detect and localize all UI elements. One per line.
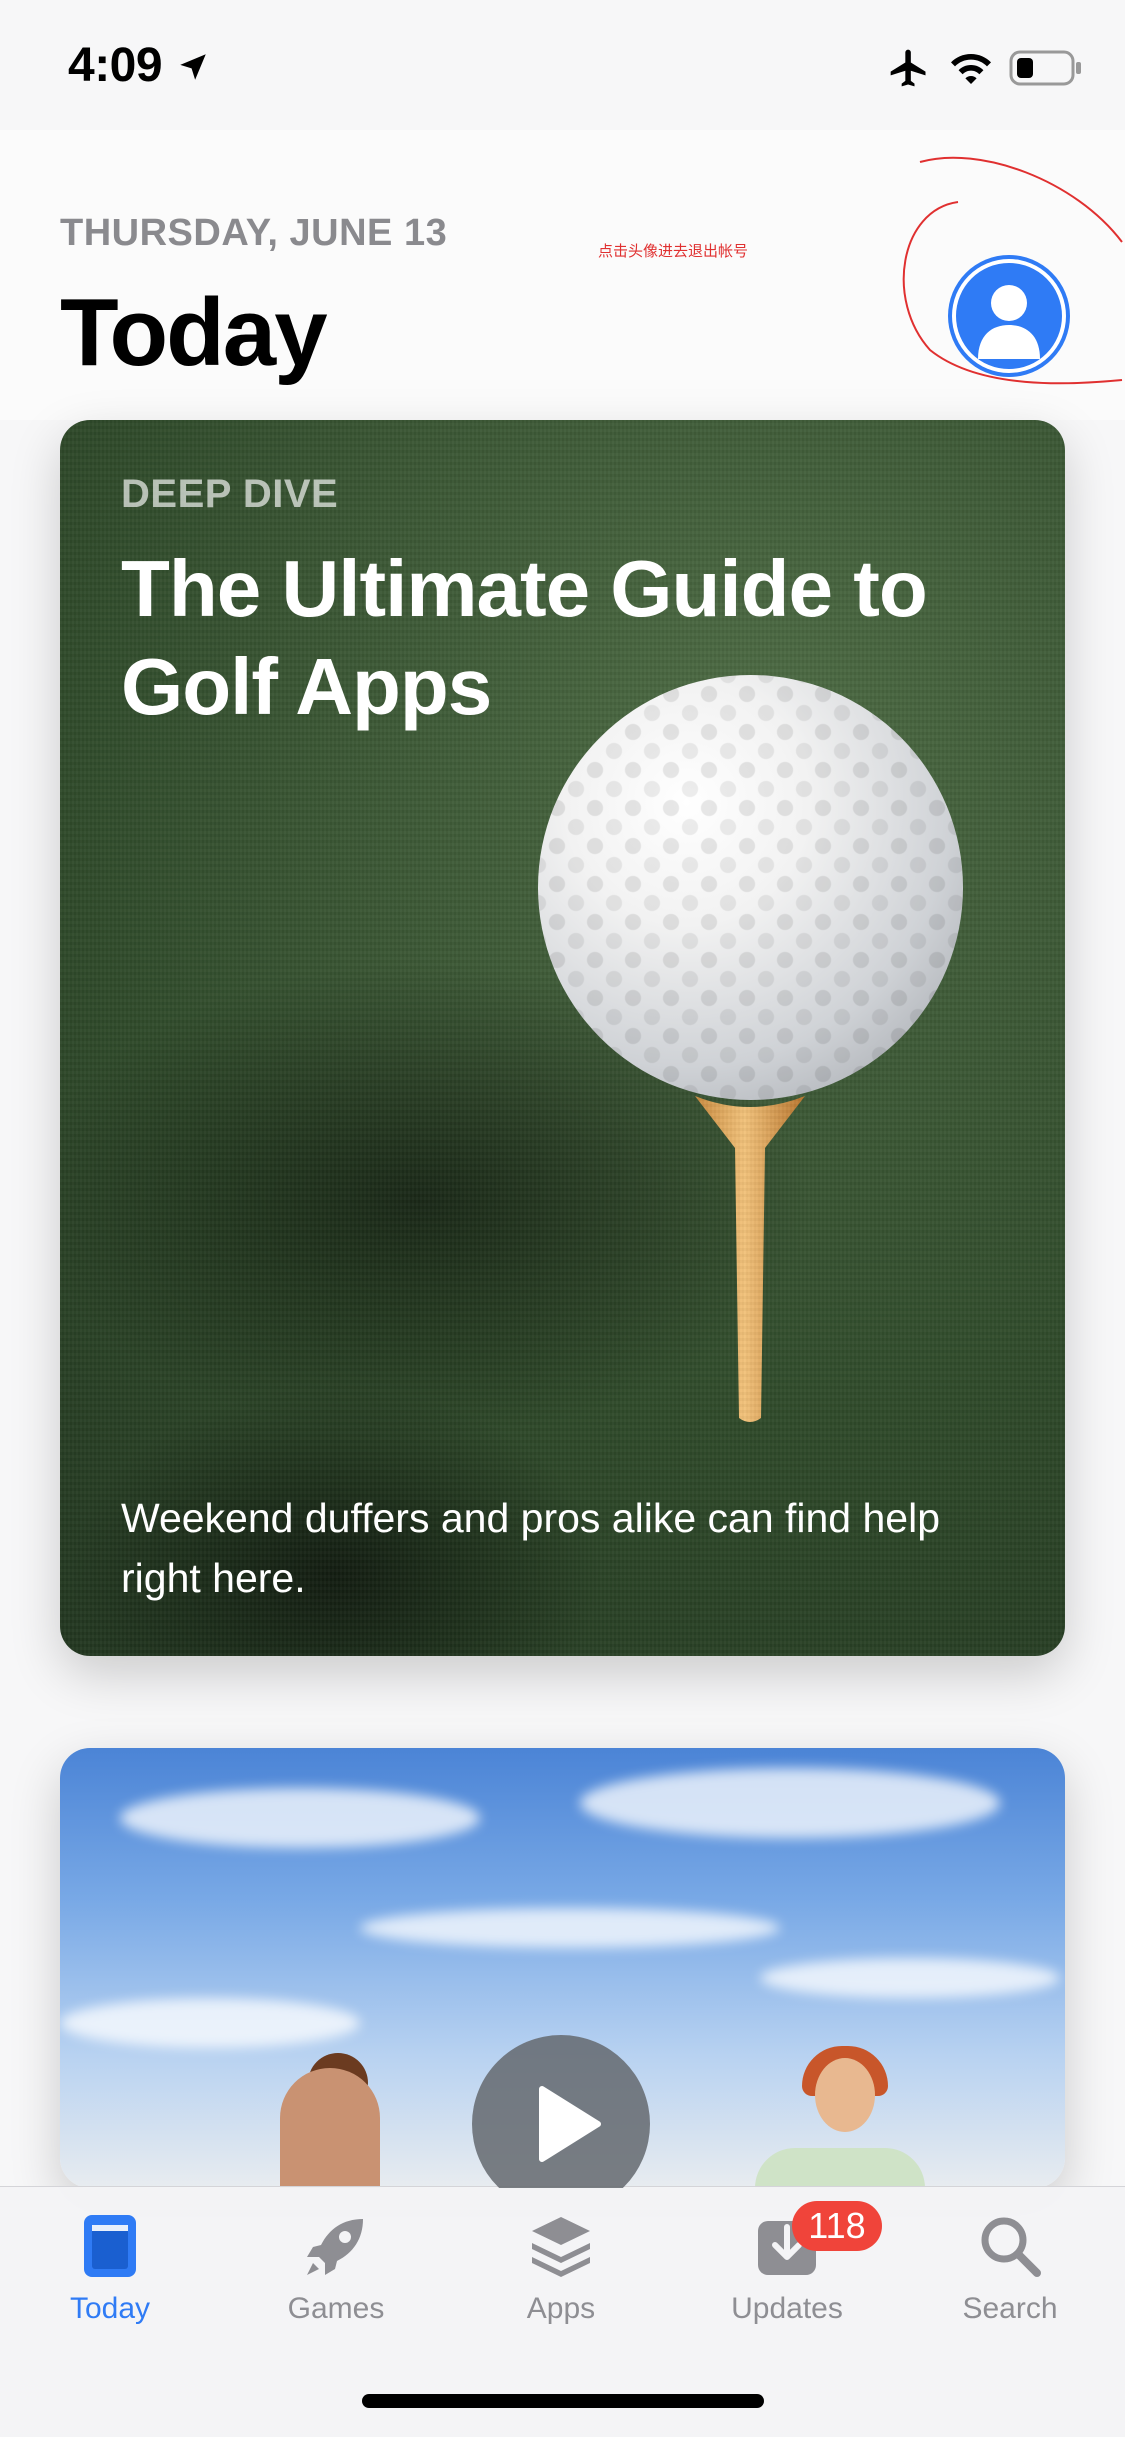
tab-label: Updates [731,2292,843,2325]
wifi-icon [951,54,991,84]
tab-label: Apps [526,2292,596,2325]
location-arrow-icon [180,54,206,80]
tab-apps[interactable]: Apps [471,2213,651,2326]
layers-icon [532,2217,590,2277]
account-avatar-button[interactable] [956,263,1062,369]
story-card-golf[interactable]: DEEP DIVE The Ultimate Guide to Golf App… [60,420,1065,1656]
person-avatar-icon [978,285,1040,359]
card-title: The Ultimate Guide to Golf Apps [121,544,928,731]
woman-figure [755,2148,925,2188]
status-bar: 4:09 [0,0,1125,130]
play-button[interactable] [472,2035,650,2188]
home-indicator[interactable] [362,2394,764,2408]
tab-today[interactable]: Today [20,2213,200,2326]
search-icon [981,2217,1041,2277]
page-title: Today [60,279,328,386]
tab-updates[interactable]: 118 Updates [697,2201,882,2326]
status-time: 4:09 [68,39,163,92]
airplane-icon [890,49,926,87]
play-icon [539,2086,601,2162]
golf-ball-image [538,675,963,1100]
woman-figure-head [815,2058,875,2132]
today-icon [84,2215,136,2277]
rocket-icon [307,2219,363,2275]
golf-tee-image [695,1096,805,1422]
child-figure [280,2068,380,2188]
tab-label: Today [69,2292,151,2325]
battery-icon [1009,50,1081,86]
tab-label: Games [287,2292,385,2325]
tab-games[interactable]: Games [246,2213,426,2326]
card-eyebrow: DEEP DIVE [121,472,339,516]
tab-label: Search [962,2292,1058,2325]
annotation-note: 点击头像进去退出帐号 [598,243,749,260]
tab-search[interactable]: Search [920,2213,1100,2326]
story-card-video[interactable] [60,1748,1065,2188]
updates-badge: 118 [792,2201,882,2251]
card-description: Weekend duffers and pros alike can find … [121,1495,941,1601]
header-date: THURSDAY, JUNE 13 [60,212,448,254]
